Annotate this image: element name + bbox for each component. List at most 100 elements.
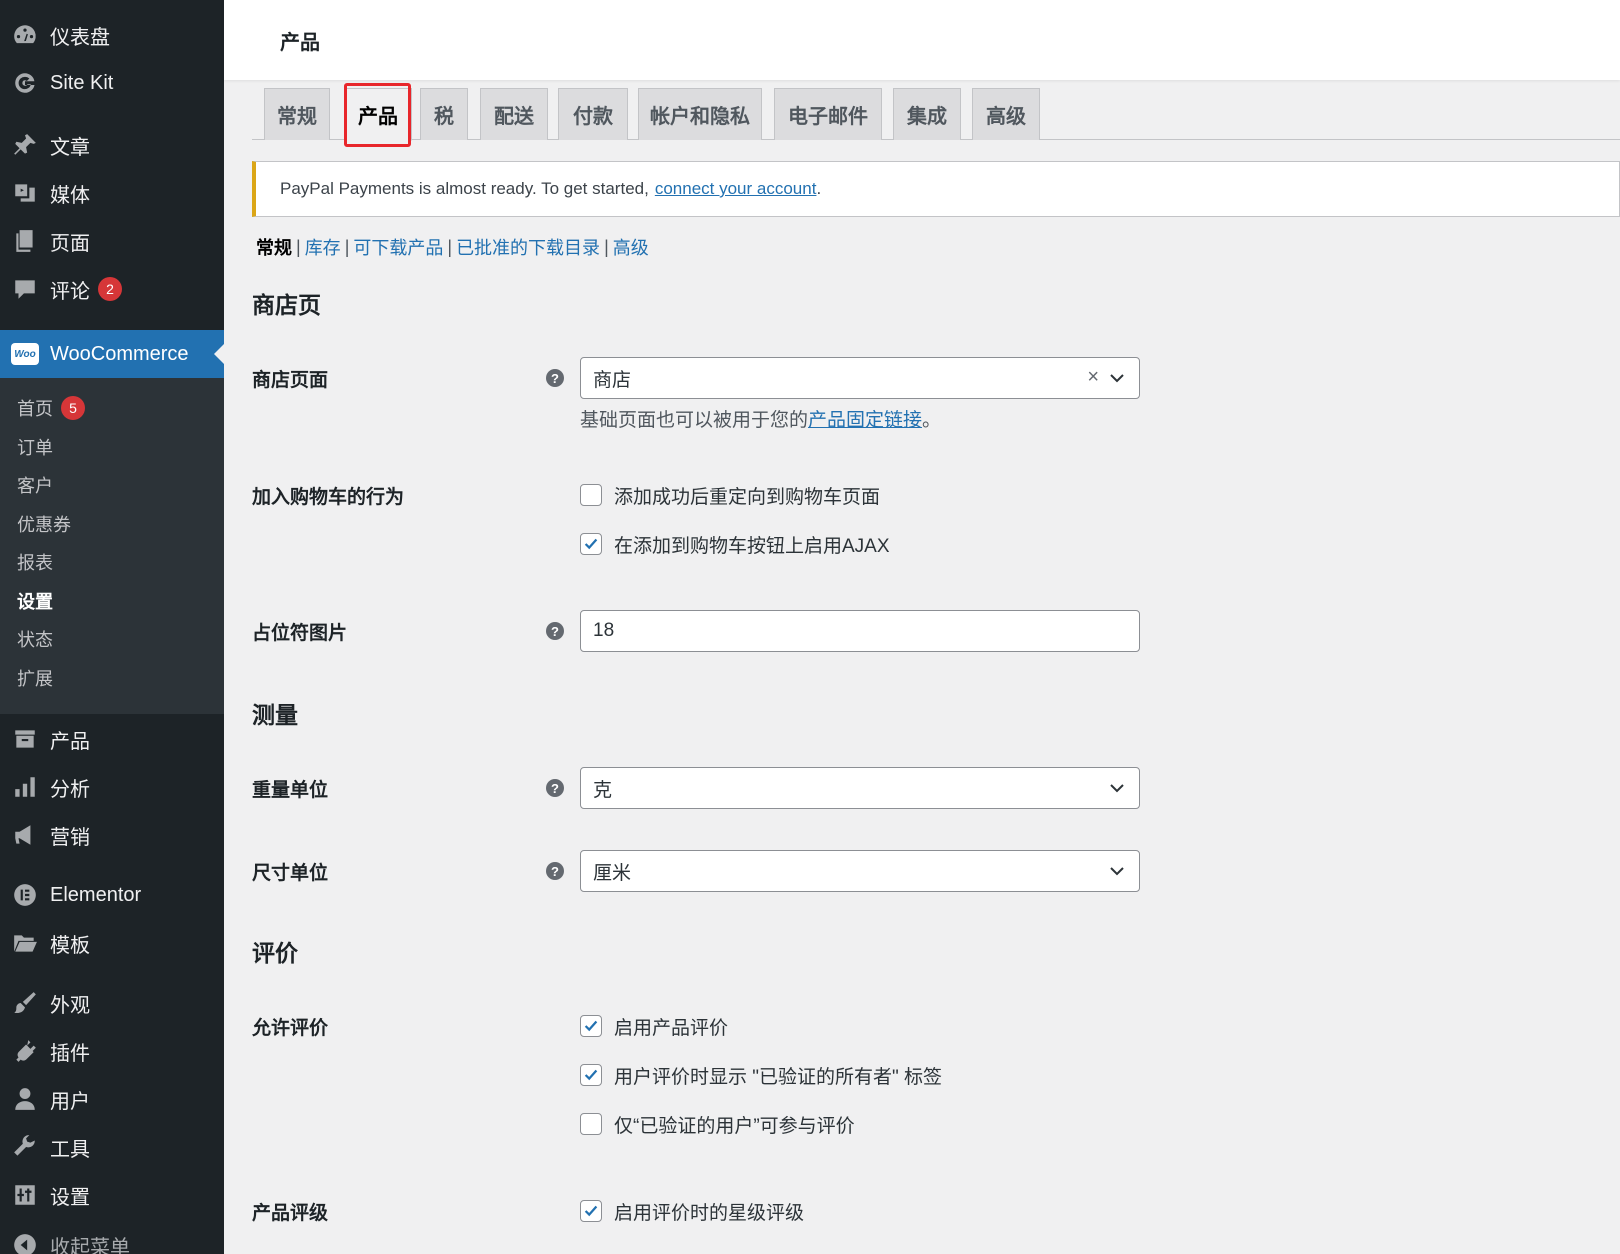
tab-tax[interactable]: 税 bbox=[420, 88, 468, 140]
connect-account-link[interactable]: connect your account bbox=[655, 179, 817, 199]
enable-star-rating-option[interactable]: 启用评价时的星级评级 bbox=[580, 1198, 804, 1224]
submenu-status[interactable]: 状态 bbox=[17, 625, 53, 653]
submenu-home[interactable]: 首页 5 bbox=[17, 394, 85, 422]
help-icon[interactable]: ? bbox=[546, 369, 564, 387]
shop-section-heading: 商店页 bbox=[252, 292, 321, 318]
menu-products[interactable]: 产品 bbox=[0, 716, 224, 762]
shop-page-select[interactable]: 商店 × bbox=[580, 357, 1140, 399]
menu-label: 页面 bbox=[50, 232, 90, 255]
menu-appearance[interactable]: 外观 bbox=[0, 980, 224, 1026]
menu-label: 媒体 bbox=[50, 184, 90, 207]
megaphone-icon bbox=[11, 821, 39, 849]
menu-posts[interactable]: 文章 bbox=[0, 122, 224, 168]
submenu-settings[interactable]: 设置 bbox=[17, 587, 53, 615]
comment-count-badge: 2 bbox=[98, 277, 122, 301]
shop-page-value: 商店 bbox=[593, 369, 632, 391]
tab-payments[interactable]: 付款 bbox=[558, 88, 628, 140]
weight-unit-select[interactable]: 克 bbox=[580, 767, 1140, 809]
subnav-advanced[interactable]: 高级 bbox=[613, 234, 649, 260]
menu-comments[interactable]: 评论 2 bbox=[0, 266, 224, 312]
subnav-approved-downloads[interactable]: 已批准的下载目录 bbox=[456, 234, 600, 260]
pages-icon bbox=[11, 227, 39, 255]
weight-unit-label: 重量单位 bbox=[252, 780, 329, 801]
section-subnav: 常规 | 库存 | 可下载产品 | 已批准的下载目录 | 高级 bbox=[256, 234, 649, 260]
placeholder-image-label: 占位符图片 bbox=[252, 623, 348, 644]
subnav-separator: | bbox=[447, 236, 453, 257]
help-icon[interactable]: ? bbox=[546, 622, 564, 640]
chart-bar-icon bbox=[11, 773, 39, 801]
help-icon[interactable]: ? bbox=[546, 862, 564, 880]
menu-pages[interactable]: 页面 bbox=[0, 218, 224, 264]
redirect-to-cart-option[interactable]: 添加成功后重定向到购物车页面 bbox=[580, 482, 880, 508]
submenu-reports[interactable]: 报表 bbox=[17, 548, 53, 576]
subnav-inventory[interactable]: 库存 bbox=[305, 234, 341, 260]
help-icon[interactable]: ? bbox=[546, 779, 564, 797]
verified-owner-label-checkbox[interactable] bbox=[580, 1064, 602, 1086]
ajax-add-to-cart-checkbox[interactable] bbox=[580, 533, 602, 555]
subnav-downloadable[interactable]: 可下载产品 bbox=[353, 234, 443, 260]
menu-label: 仪表盘 bbox=[50, 26, 110, 49]
tab-integration[interactable]: 集成 bbox=[893, 88, 961, 140]
enable-reviews-label: 允许评价 bbox=[252, 1018, 329, 1039]
tab-emails[interactable]: 电子邮件 bbox=[774, 88, 882, 140]
page-title: 产品 bbox=[280, 32, 320, 54]
submenu-extensions[interactable]: 扩展 bbox=[17, 664, 53, 692]
menu-collapse[interactable]: 收起菜单 bbox=[0, 1222, 224, 1254]
tab-shipping[interactable]: 配送 bbox=[480, 88, 548, 140]
menu-label: 工具 bbox=[50, 1138, 90, 1161]
menu-media[interactable]: 媒体 bbox=[0, 170, 224, 216]
menu-woocommerce[interactable]: Woo WooCommerce bbox=[0, 330, 224, 378]
admin-sidebar: 仪表盘 Site Kit 文章 媒体 页面 评论 2 Woo WooCommer… bbox=[0, 0, 224, 1254]
notice-suffix: . bbox=[816, 179, 822, 198]
redirect-to-cart-checkbox[interactable] bbox=[580, 484, 602, 506]
dimension-unit-select[interactable]: 厘米 bbox=[580, 850, 1140, 892]
settings-tabs: 常规 产品 税 配送 付款 帐户和隐私 电子邮件 集成 高级 bbox=[252, 88, 1620, 141]
tab-general[interactable]: 常规 bbox=[264, 88, 330, 140]
menu-templates[interactable]: 模板 bbox=[0, 920, 224, 966]
enable-product-reviews-option[interactable]: 启用产品评价 bbox=[580, 1013, 728, 1039]
pin-icon bbox=[11, 131, 39, 159]
woocommerce-logo-icon: Woo bbox=[11, 343, 39, 365]
measurements-section-heading: 测量 bbox=[252, 702, 298, 728]
menu-users[interactable]: 用户 bbox=[0, 1076, 224, 1122]
verified-owner-label-option[interactable]: 用户评价时显示 "已验证的所有者" 标签 bbox=[580, 1062, 942, 1088]
cart-behaviour-label: 加入购物车的行为 bbox=[252, 487, 405, 508]
subnav-separator: | bbox=[344, 236, 350, 257]
enable-star-rating-checkbox[interactable] bbox=[580, 1200, 602, 1222]
dimension-unit-value: 厘米 bbox=[593, 862, 632, 884]
submenu-orders[interactable]: 订单 bbox=[17, 433, 53, 461]
woocommerce-submenu: 首页 5 订单 客户 优惠券 报表 设置 状态 扩展 bbox=[0, 378, 224, 714]
menu-tools[interactable]: 工具 bbox=[0, 1124, 224, 1170]
submenu-coupons[interactable]: 优惠券 bbox=[17, 510, 71, 538]
ajax-add-to-cart-option[interactable]: 在添加到购物车按钮上启用AJAX bbox=[580, 531, 890, 557]
shop-page-description: 基础页面也可以被用于您的产品固定链接。 bbox=[580, 410, 942, 431]
tab-accounts-privacy[interactable]: 帐户和隐私 bbox=[638, 88, 762, 140]
shop-page-label: 商店页面 bbox=[252, 370, 329, 391]
clear-selection-icon[interactable]: × bbox=[1087, 366, 1099, 389]
subnav-general[interactable]: 常规 bbox=[256, 234, 292, 260]
settings-icon bbox=[11, 1181, 39, 1209]
menu-site-kit[interactable]: Site Kit bbox=[0, 60, 224, 106]
verified-owners-only-checkbox[interactable] bbox=[580, 1113, 602, 1135]
enable-reviews-checkbox[interactable] bbox=[580, 1015, 602, 1037]
tab-advanced[interactable]: 高级 bbox=[972, 88, 1040, 140]
current-menu-arrow bbox=[214, 344, 224, 364]
menu-label: 营销 bbox=[50, 826, 90, 849]
menu-label: 文章 bbox=[50, 136, 90, 159]
menu-label: 模板 bbox=[50, 934, 90, 957]
checkmark-icon bbox=[584, 538, 598, 550]
placeholder-image-input[interactable]: 18 bbox=[580, 610, 1140, 652]
menu-marketing[interactable]: 营销 bbox=[0, 812, 224, 858]
brush-icon bbox=[11, 989, 39, 1017]
menu-dashboard[interactable]: 仪表盘 bbox=[0, 12, 224, 58]
notice-text: PayPal Payments is almost ready. To get … bbox=[280, 179, 649, 198]
product-permalink-link[interactable]: 产品固定链接 bbox=[808, 410, 922, 431]
weight-unit-value: 克 bbox=[593, 779, 613, 801]
menu-settings[interactable]: 设置 bbox=[0, 1172, 224, 1218]
menu-plugins[interactable]: 插件 bbox=[0, 1028, 224, 1074]
submenu-customers[interactable]: 客户 bbox=[17, 471, 53, 499]
menu-label: Site Kit bbox=[50, 71, 114, 94]
verified-owners-only-option[interactable]: 仅“已验证的用户”可参与评价 bbox=[580, 1111, 855, 1137]
menu-elementor[interactable]: Elementor bbox=[0, 872, 224, 918]
menu-analytics[interactable]: 分析 bbox=[0, 764, 224, 810]
